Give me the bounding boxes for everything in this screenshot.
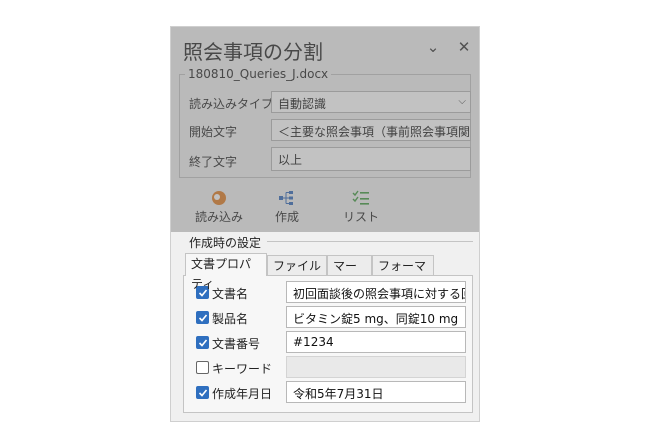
tab-format[interactable]: フォーマット xyxy=(372,255,434,293)
created-date-field[interactable]: 令和5年7月31日 xyxy=(286,381,466,403)
list-button[interactable]: リスト xyxy=(333,184,389,228)
document-properties-panel: 文書名 初回面談後の照会事項に対する回答 製品名 ビタミン錠5 mg、同錠10 … xyxy=(183,275,473,413)
dialog-title: 照会事項の分割 xyxy=(183,40,323,64)
doc-number-field[interactable]: #1234 xyxy=(286,331,466,353)
start-text-field[interactable]: ＜主要な照会事項（事前照会事項関連 xyxy=(271,119,471,141)
settings-legend: 作成時の設定 xyxy=(189,236,262,250)
chevron-down-icon[interactable]: ⌄ xyxy=(423,37,443,57)
doc-name-label: 文書名 xyxy=(212,287,249,301)
created-date-label: 作成年月日 xyxy=(212,387,273,401)
tab-document-properties[interactable]: 文書プロパティ xyxy=(185,253,267,291)
end-text-label: 終了文字 xyxy=(189,155,238,169)
start-text-label: 開始文字 xyxy=(189,125,238,139)
tab-merge[interactable]: マージ xyxy=(327,255,372,293)
product-name-label: 製品名 xyxy=(212,312,249,326)
read-type-label: 読み込みタイプ xyxy=(189,97,274,111)
load-button[interactable]: 読み込み xyxy=(191,184,247,228)
check-icon xyxy=(198,314,208,322)
load-label: 読み込み xyxy=(194,210,243,224)
product-name-checkbox[interactable] xyxy=(196,311,209,324)
end-text-field[interactable]: 以上 xyxy=(271,147,471,171)
create-label: 作成 xyxy=(274,210,299,224)
chevron-down-icon: ⌵ xyxy=(458,96,466,107)
keyword-field[interactable] xyxy=(286,356,466,378)
check-icon xyxy=(198,389,208,397)
check-icon xyxy=(198,339,208,347)
create-button[interactable]: 作成 xyxy=(259,184,315,228)
doc-number-label: 文書番号 xyxy=(212,337,261,351)
checklist-icon xyxy=(352,190,369,205)
keyword-label: キーワード xyxy=(212,362,273,376)
list-label: リスト xyxy=(342,210,379,224)
settings-divider xyxy=(267,241,473,242)
product-name-field[interactable]: ビタミン錠5 mg、同錠10 mg xyxy=(286,306,466,328)
doc-number-checkbox[interactable] xyxy=(196,336,209,349)
doc-name-field[interactable]: 初回面談後の照会事項に対する回答 xyxy=(286,281,466,303)
split-queries-dialog: 照会事項の分割 ⌄ ✕ 180810_Queries_J.docx 読み込みタイ… xyxy=(170,26,480,422)
read-type-select[interactable]: 自動認識 ⌵ xyxy=(271,91,471,113)
close-icon[interactable]: ✕ xyxy=(454,37,474,57)
created-date-checkbox[interactable] xyxy=(196,386,209,399)
tree-icon xyxy=(279,191,293,205)
file-name: 180810_Queries_J.docx xyxy=(185,67,332,81)
keyword-checkbox[interactable] xyxy=(196,361,209,374)
read-type-value: 自動認識 xyxy=(278,97,327,111)
tab-file-name[interactable]: ファイル名 xyxy=(267,255,327,293)
load-icon xyxy=(212,191,226,205)
